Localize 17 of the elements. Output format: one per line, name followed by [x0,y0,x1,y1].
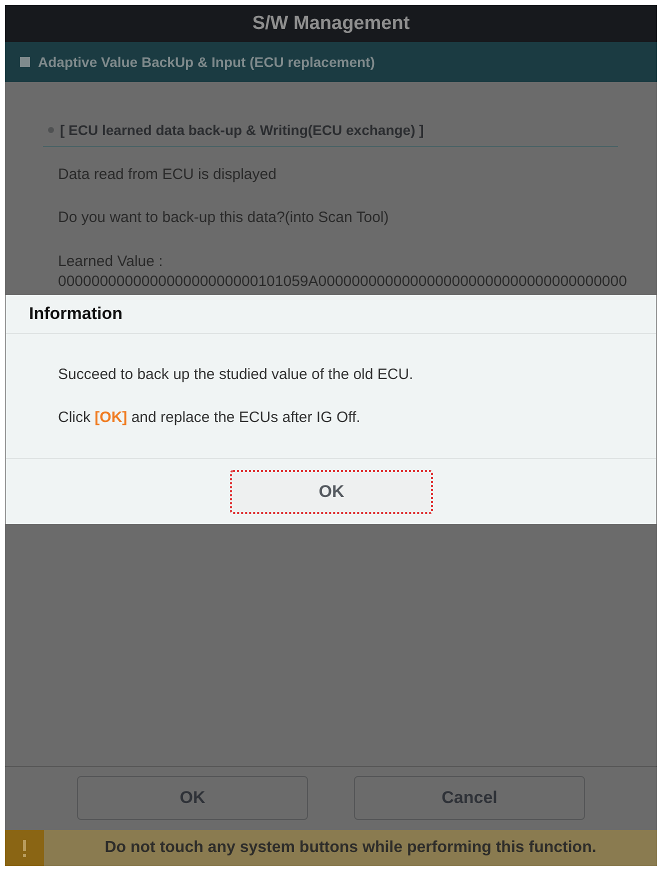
dialog-message: Succeed to back up the studied value of the old ECU. [58,366,414,384]
footer-button[interactable]: OK [77,776,308,820]
body-text: Data read from ECU is displayed [58,166,278,184]
section-heading: [ ECU learned data back-up & Writing(ECU exchange) ] [60,122,424,138]
dialog-title: Information [29,304,122,324]
warning-icon [5,830,44,866]
body-text: Do you want to back-up this data?(into Scan Tool) [58,209,390,227]
dialog-message: Click [OK] and replace the ECUs after IG Off. [58,409,362,427]
learned-value: 000000000000000000000000101059A0000000000000000000000000000000000000 [58,272,627,292]
footer-button[interactable]: Cancel [354,776,585,820]
learned-value-label: Learned Value : [58,252,163,272]
square-icon [20,57,30,67]
bullet-icon [48,127,54,133]
section-title: Adaptive Value BackUp & Input (ECU replacement) [38,54,375,70]
dialog-ok-button[interactable]: OK [230,470,433,514]
warning-text: Do not touch any system buttons while performing this function. [104,839,598,857]
window-title: S/W Management [252,12,410,34]
